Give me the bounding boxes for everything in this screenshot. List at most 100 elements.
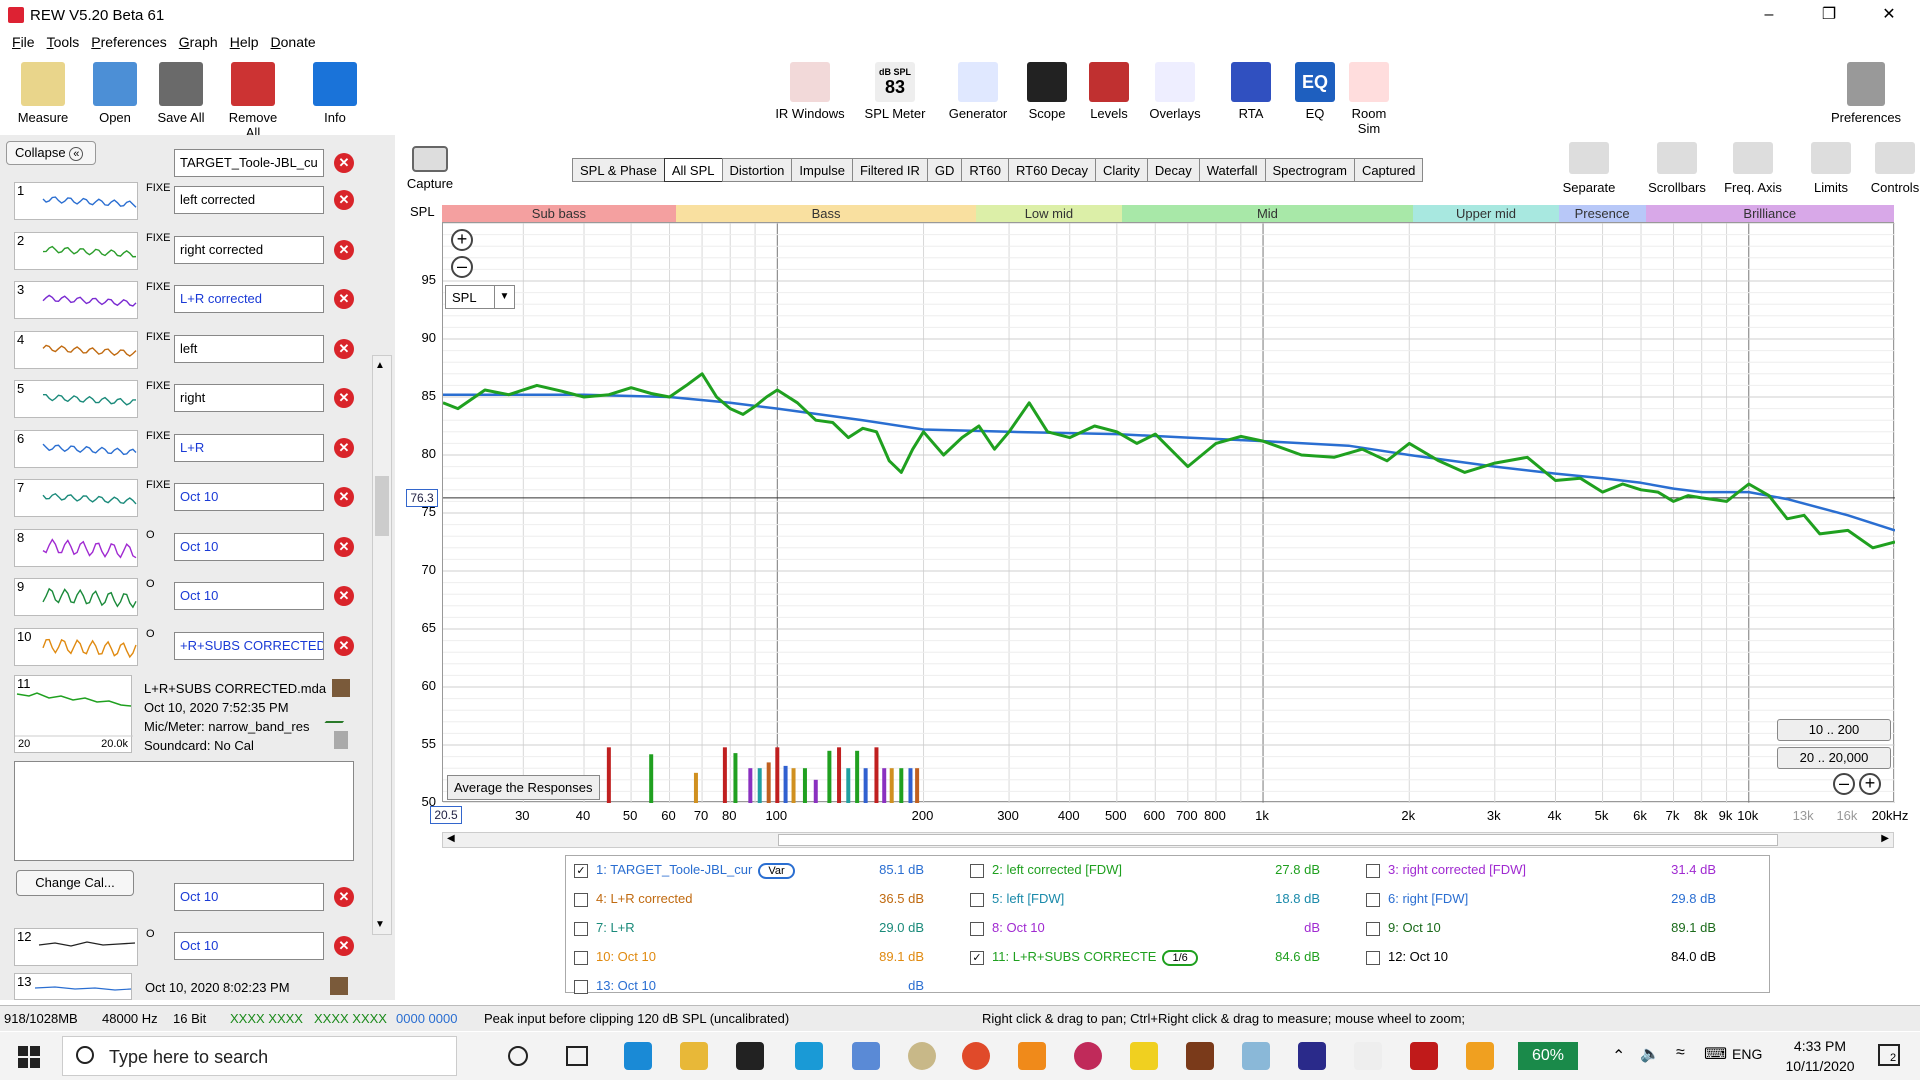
legend-item[interactable]: 3: right corrected [FDW] 31.4 dB [1366, 862, 1746, 882]
remove-measurement-icon[interactable]: ✕ [334, 635, 354, 656]
remove-measurement-icon[interactable]: ✕ [334, 536, 354, 557]
collapse-button[interactable]: Collapse « [6, 141, 96, 165]
legend-item[interactable]: 6: right [FDW] 29.8 dB [1366, 891, 1746, 911]
legend-checkbox[interactable]: ✓ [574, 863, 588, 878]
remove-measurement-icon[interactable]: ✕ [334, 586, 354, 606]
app-icon[interactable] [852, 1042, 880, 1070]
smoothing-tag[interactable]: 1/6 [1162, 950, 1198, 966]
app-icon[interactable] [1242, 1042, 1270, 1070]
spl-meter-button[interactable]: dB SPL 83 SPL Meter [857, 56, 933, 130]
measurement-row[interactable]: Oct 10 ✕ [6, 875, 366, 921]
legend-item[interactable]: 4: L+R corrected 36.5 dB [574, 891, 954, 911]
measurement-name-field[interactable]: left corrected [174, 186, 324, 214]
zoom-out-icon[interactable]: – [1833, 773, 1855, 795]
menu-graph[interactable]: Graph [173, 32, 224, 52]
remove-measurement-icon[interactable]: ✕ [334, 388, 354, 408]
average-responses-button[interactable]: Average the Responses [447, 775, 600, 800]
range-10-200-button[interactable]: 10 .. 200 [1777, 719, 1891, 741]
scrollbar-thumb[interactable] [778, 834, 1778, 846]
measurement-thumbnail[interactable]: 6 [14, 429, 138, 468]
measurement-name-field[interactable]: right corrected [174, 235, 324, 264]
legend-item[interactable]: 13: Oct 10 dB [574, 978, 954, 998]
legend-checkbox[interactable] [970, 921, 984, 936]
legend-checkbox[interactable] [574, 979, 588, 994]
remove-measurement-icon[interactable]: ✕ [334, 153, 354, 173]
chrome-icon[interactable] [962, 1042, 990, 1070]
measurement-name-field[interactable]: left [174, 334, 324, 363]
cortana-icon[interactable] [508, 1046, 528, 1066]
measurement-row[interactable]: 7 FIXE Oct 10 ✕ [6, 475, 366, 521]
chevron-down-icon[interactable]: ▼ [494, 286, 514, 308]
measurement-thumbnail[interactable]: 2 [14, 231, 138, 270]
measurement-row[interactable]: 1 FIXE left corrected ✕ [6, 178, 366, 224]
legend-checkbox[interactable] [574, 892, 588, 907]
smoothing-tag[interactable]: Var [758, 863, 795, 879]
volume-icon[interactable]: 🔈 [1640, 1044, 1660, 1064]
task-view-icon[interactable] [566, 1046, 588, 1066]
remove-measurement-icon[interactable]: ✕ [334, 289, 354, 309]
eq-button[interactable]: EQ EQ [1286, 56, 1344, 130]
spl-plot[interactable]: + – SPL ▼ Average the Responses 10 .. 200… [442, 222, 1896, 804]
legend-checkbox[interactable] [1366, 950, 1380, 965]
legend-checkbox[interactable] [574, 921, 588, 936]
measurement-row[interactable]: 9 O Oct 10 ✕ [6, 574, 366, 620]
measurement-row[interactable]: 8 O Oct 10 ✕ [6, 525, 366, 571]
freq-axis-button[interactable]: Freq. Axis [1720, 140, 1786, 214]
scope-button[interactable]: Scope [1018, 56, 1076, 130]
ir-windows-button[interactable]: IR Windows [772, 56, 848, 130]
tab-distortion[interactable]: Distortion [721, 158, 793, 182]
legend-item[interactable]: 9: Oct 10 89.1 dB [1366, 920, 1746, 940]
legend-checkbox[interactable] [1366, 863, 1380, 878]
menu-file[interactable]: File [6, 32, 41, 52]
rta-button[interactable]: RTA [1222, 56, 1280, 130]
tab-clarity[interactable]: Clarity [1095, 158, 1148, 182]
measurement-thumbnail[interactable]: 5 [14, 380, 138, 418]
tab-impulse[interactable]: Impulse [791, 158, 853, 182]
tab-spectrogram[interactable]: Spectrogram [1264, 158, 1355, 182]
overlays-button[interactable]: Overlays [1146, 56, 1204, 130]
dsp-icon[interactable] [1354, 1042, 1382, 1070]
remove-measurement-icon[interactable]: ✕ [334, 437, 354, 458]
zoom-in-icon[interactable]: + [1859, 773, 1881, 795]
close-button[interactable]: ✕ [1866, 0, 1912, 30]
tab-filtered-ir[interactable]: Filtered IR [851, 158, 928, 182]
legend-checkbox[interactable] [1366, 921, 1380, 936]
legend-checkbox[interactable]: ✓ [970, 950, 984, 965]
measurement-thumbnail[interactable]: 3 [14, 281, 138, 319]
measurement-name-field[interactable]: L+R [174, 433, 324, 462]
save-all-button[interactable]: Save All [152, 56, 210, 130]
measurement-thumbnail[interactable]: 10 [14, 627, 138, 666]
app-disc-icon[interactable] [908, 1042, 936, 1070]
menu-donate[interactable]: Donate [265, 32, 322, 52]
legend-item[interactable]: 10: Oct 10 89.1 dB [574, 949, 954, 969]
tab-waterfall[interactable]: Waterfall [1198, 158, 1266, 182]
measurement-name-field[interactable]: TARGET_Toole-JBL_cu [174, 149, 324, 177]
remove-measurement-icon[interactable]: ✕ [334, 338, 354, 359]
legend-item[interactable]: ✓ 11: L+R+SUBS CORRECTE 1/6 84.6 dB [970, 949, 1350, 969]
measurement-thumbnail[interactable]: 4 [14, 330, 138, 369]
remove-measurement-icon[interactable]: ✕ [334, 487, 354, 507]
panel-scrollbar[interactable]: ▲ ▼ [372, 355, 392, 935]
measurement-thumbnail[interactable]: 7 [14, 479, 138, 517]
measurement-name-field[interactable]: +R+SUBS CORRECTED [174, 631, 324, 660]
vlc-icon[interactable] [1018, 1042, 1046, 1070]
y-mode-select[interactable]: SPL ▼ [445, 285, 515, 309]
measurement-row[interactable]: 4 FIXE left ✕ [6, 327, 366, 373]
measurement-thumbnail[interactable]: 13 [14, 973, 132, 1000]
measurement-thumbnail[interactable]: 1 [14, 182, 138, 220]
measurement-thumbnail[interactable]: 9 [14, 578, 138, 616]
notification-icon[interactable]: 2 [1878, 1044, 1900, 1066]
measurement-thumbnail[interactable]: 12 [14, 928, 138, 966]
menu-preferences[interactable]: Preferences [85, 32, 173, 52]
legend-item[interactable]: 8: Oct 10 dB [970, 920, 1350, 940]
winrar-icon[interactable] [1186, 1042, 1214, 1070]
chevron-up-icon[interactable]: ⌃ [1612, 1046, 1625, 1066]
scroll-right-icon[interactable]: ▶ [1881, 833, 1889, 844]
notes-area[interactable] [14, 761, 354, 861]
legend-checkbox[interactable] [970, 863, 984, 878]
remove-measurement-icon[interactable]: ✕ [334, 887, 354, 907]
edit-notes-icon[interactable] [332, 679, 350, 697]
tab-rt60-decay[interactable]: RT60 Decay [1007, 158, 1096, 182]
chrome-profile-icon[interactable] [1074, 1042, 1102, 1070]
measurement-name-field[interactable]: Oct 10 [174, 582, 324, 610]
